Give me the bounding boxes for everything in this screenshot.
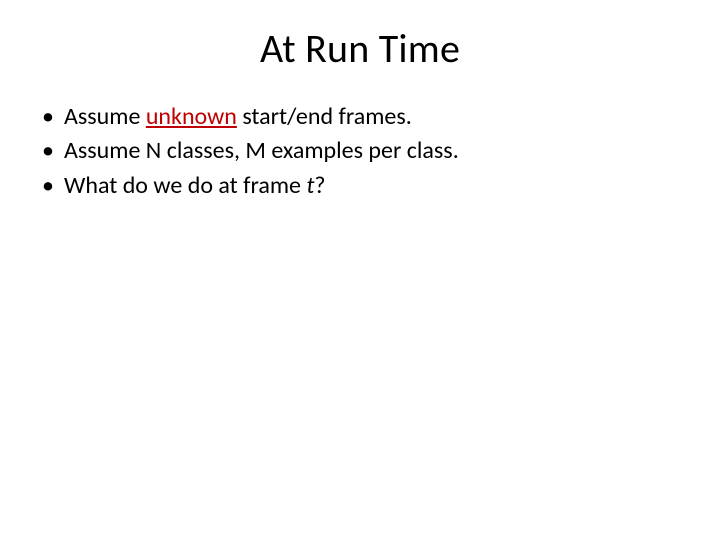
bullet-text-emphasis: unknown — [146, 102, 237, 131]
bullet-list: Assume unknown start/end frames. Assume … — [28, 101, 692, 202]
list-item: What do we do at frame t? — [42, 170, 692, 202]
list-item: Assume unknown start/end frames. — [42, 101, 692, 133]
bullet-text-pre: Assume — [64, 102, 146, 131]
slide: At Run Time Assume unknown start/end fra… — [0, 0, 720, 540]
bullet-text: Assume N classes, M examples per class. — [64, 136, 459, 165]
bullet-text-post: ? — [314, 171, 325, 200]
slide-title: At Run Time — [28, 24, 692, 73]
bullet-text-pre: What do we do at frame — [64, 171, 306, 200]
list-item: Assume N classes, M examples per class. — [42, 135, 692, 167]
bullet-text-post: start/end frames. — [237, 102, 412, 131]
